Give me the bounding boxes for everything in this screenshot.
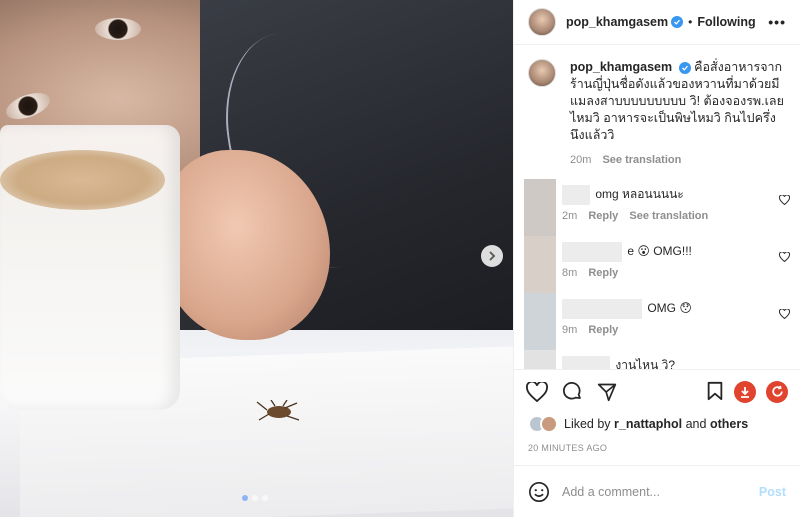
avatar[interactable] [524,293,556,350]
bookmark-icon [707,381,723,400]
post-timestamp: 20 MINUTES AGO [528,443,608,453]
add-comment-bar: Post [514,465,800,517]
comment-text: งานไหน วิ? [615,358,676,369]
caption-username[interactable]: pop_khamgasem [570,60,672,74]
comment-age: 8m [562,267,578,279]
post-actions-bar [514,369,800,413]
share-button[interactable] [597,382,617,402]
verified-badge-icon [671,16,684,28]
avatar[interactable] [524,350,556,369]
comment-age: 9m [562,324,578,336]
heart-icon[interactable] [779,252,790,262]
redacted-username [562,356,610,369]
comment-text: omg หลอนนนนะ [595,187,684,202]
comment-icon [563,382,581,400]
download-button[interactable] [734,380,756,403]
list-item: งานไหน วิ? [514,350,800,369]
reply-button[interactable]: Reply [588,324,618,336]
likes-prefix: Liked by [564,417,611,431]
following-button[interactable]: Following [697,15,755,29]
post-header: pop_khamgasem • Following ••• [514,0,800,45]
reply-button[interactable]: Reply [588,210,618,222]
post-comment-button[interactable]: Post [759,485,786,499]
heart-icon[interactable] [779,309,790,319]
post-caption: pop_khamgasem คือสั่งอาหารจากร้านญี่ปุ่น… [514,45,800,179]
comment-input[interactable] [562,484,759,499]
comments-list[interactable]: pop_khamgasem คือสั่งอาหารจากร้านญี่ปุ่น… [514,45,800,369]
refresh-icon [771,385,783,397]
share-icon [597,383,617,401]
like-button[interactable] [526,381,548,402]
comment-text: OMG 😯 [647,301,692,316]
chevron-right-icon [489,251,496,261]
avatar[interactable] [524,236,556,293]
avatar[interactable] [524,179,556,236]
comment-text: e 😮 OMG!!! [627,244,692,259]
liker-avatars[interactable] [528,415,558,433]
next-photo-button[interactable] [481,245,503,267]
list-item: omg หลอนนนนะ 2m Reply See translation [514,179,800,236]
comment-age: 2m [562,210,578,222]
liker-username-link[interactable]: r_nattaphol [614,417,682,431]
likes-others-link[interactable]: others [710,417,748,431]
carousel-dot [252,495,258,501]
caption-age: 20m [570,154,592,166]
carousel-dot [242,495,248,501]
save-button[interactable] [706,381,724,403]
carousel-dot [262,495,268,501]
username-link[interactable]: pop_khamgasem [566,15,668,29]
header-separator: • [688,15,693,29]
avatar[interactable] [528,59,556,87]
post-photo[interactable] [0,0,513,517]
photo-eye-left [95,18,141,40]
instagram-post-viewer: pop_khamgasem • Following ••• pop_khamga… [0,0,800,517]
list-item: e 😮 OMG!!! 8m Reply [514,236,800,293]
emoji-icon[interactable] [528,481,550,503]
carousel-indicator [242,495,268,501]
photo-dessert-topping [0,150,165,210]
heart-icon [526,381,548,402]
verified-badge-icon [678,62,691,74]
redacted-username [562,299,642,319]
see-translation-link[interactable]: See translation [602,154,681,166]
list-item: OMG 😯 9m Reply [514,293,800,350]
redacted-username [562,185,590,205]
refresh-button[interactable] [766,380,788,403]
reply-button[interactable]: Reply [588,267,618,279]
likes-and: and [685,417,707,431]
download-icon [741,386,749,398]
more-options-button[interactable]: ••• [768,14,786,30]
cockroach-figure [256,400,300,421]
heart-icon[interactable] [779,195,790,205]
likes-summary: Liked by r_nattaphol and others [514,413,800,433]
avatar[interactable] [528,8,556,36]
comment-button[interactable] [562,381,583,402]
see-translation-link[interactable]: See translation [629,210,708,222]
avatar [540,415,558,433]
post-details-panel: pop_khamgasem • Following ••• pop_khamga… [513,0,800,517]
redacted-username [562,242,622,262]
